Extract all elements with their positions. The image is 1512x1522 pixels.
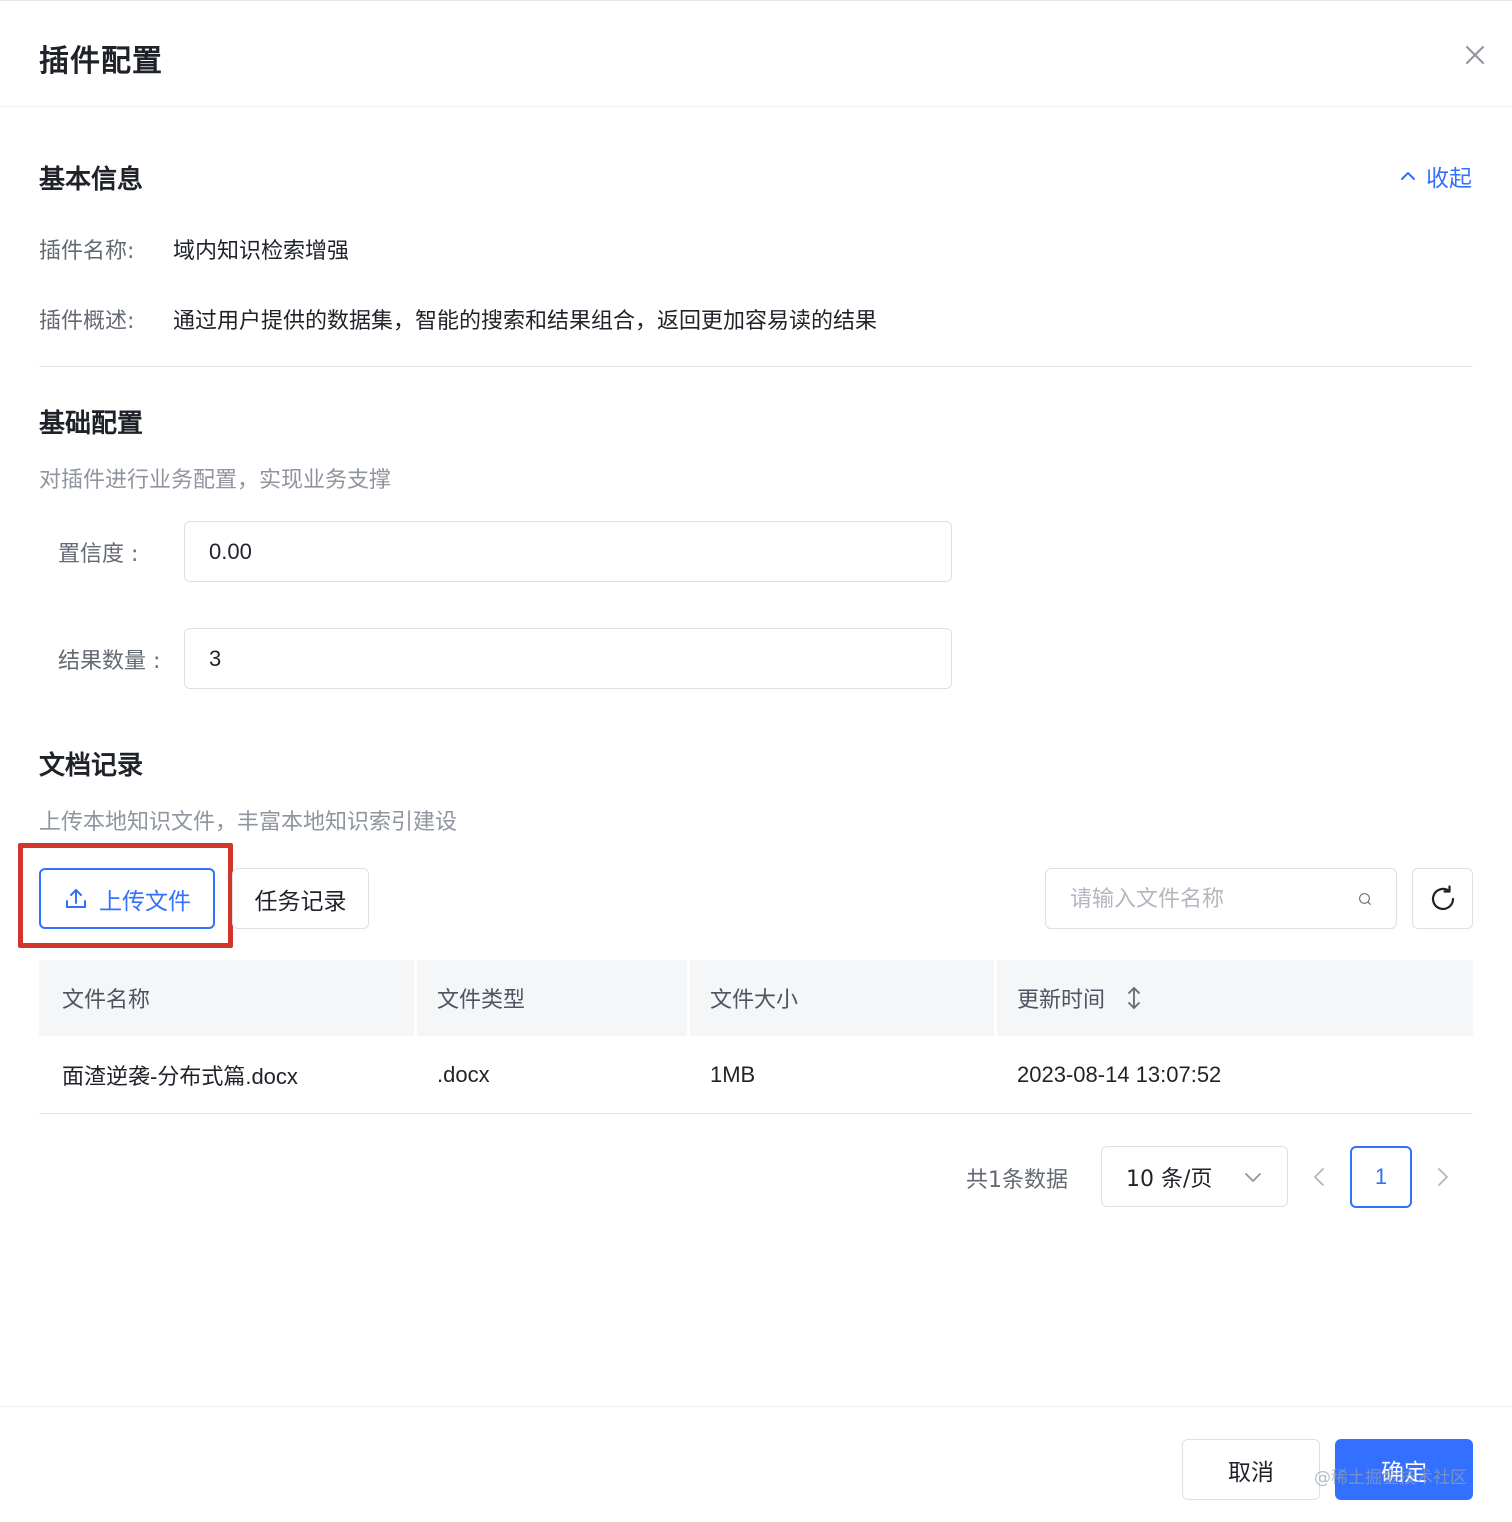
chevron-down-icon <box>1245 1172 1261 1182</box>
result-count-label: 结果数量 : <box>58 649 161 674</box>
header-update-time[interactable]: 更新时间 <box>994 960 1473 1036</box>
header-file-type: 文件类型 <box>414 960 687 1036</box>
chevron-left-icon <box>1314 1168 1324 1186</box>
header-file-name: 文件名称 <box>62 988 151 1013</box>
cell-file-type: .docx <box>437 1062 490 1087</box>
page-size-value: 10 条/页 <box>1126 1166 1213 1192</box>
prev-page-button[interactable] <box>1306 1161 1332 1193</box>
search-icon[interactable] <box>1358 886 1372 912</box>
modal-header <box>0 1 1512 107</box>
chevron-up-icon <box>1401 172 1415 180</box>
upload-icon <box>66 888 86 908</box>
result-count-input[interactable] <box>184 628 952 689</box>
refresh-icon <box>1431 884 1454 910</box>
refresh-button[interactable] <box>1412 868 1473 929</box>
page-number-1[interactable]: 1 <box>1350 1146 1412 1208</box>
collapse-label: 收起 <box>1426 166 1472 192</box>
basic-config-description: 对插件进行业务配置，实现业务支撑 <box>39 468 392 493</box>
basic-config-title: 基础配置 <box>39 409 144 439</box>
modal-title: 插件配置 <box>39 44 163 79</box>
collapse-link[interactable]: 收起 <box>1398 160 1472 192</box>
plugin-name-label: 插件名称: <box>39 239 135 264</box>
upload-file-label: 上传文件 <box>99 888 191 915</box>
close-button[interactable] <box>1460 40 1490 70</box>
confirm-label: 确定 <box>1381 1459 1427 1486</box>
cancel-button[interactable]: 取消 <box>1182 1439 1320 1500</box>
confirm-button[interactable]: 确定 <box>1335 1439 1473 1500</box>
task-records-button[interactable]: 任务记录 <box>232 868 369 929</box>
upload-file-button[interactable]: 上传文件 <box>39 868 215 929</box>
cell-file-name: 面渣逆袭-分布式篇.docx <box>62 1064 298 1089</box>
file-table: 文件名称 文件类型 文件大小 更新时间 面渣逆袭-分布式篇.docx .docx… <box>39 960 1473 1114</box>
task-records-label: 任务记录 <box>254 888 347 915</box>
header-update-time-label: 更新时间 <box>1017 988 1106 1013</box>
confidence-label: 置信度 : <box>58 542 139 567</box>
header-file-size: 文件大小 <box>687 960 994 1036</box>
table-row[interactable]: 面渣逆袭-分布式篇.docx .docx 1MB 2023-08-14 13:0… <box>39 1036 1473 1114</box>
doc-records-title: 文档记录 <box>39 751 144 781</box>
cell-file-size: 1MB <box>710 1062 756 1087</box>
plugin-desc-label: 插件概述: <box>39 309 135 334</box>
file-search-box[interactable] <box>1045 868 1397 929</box>
cell-update-time: 2023-08-14 13:07:52 <box>1017 1062 1222 1087</box>
page-size-select[interactable]: 10 条/页 <box>1101 1146 1288 1207</box>
file-search-input[interactable] <box>1070 885 1358 912</box>
basic-info-title: 基本信息 <box>39 165 144 195</box>
next-page-button[interactable] <box>1430 1161 1456 1193</box>
section-divider <box>39 366 1473 367</box>
close-icon <box>1466 46 1484 64</box>
sort-icon[interactable] <box>1125 984 1143 1012</box>
plugin-name-value: 域内知识检索增强 <box>173 239 350 264</box>
cancel-label: 取消 <box>1228 1459 1274 1486</box>
confidence-input[interactable] <box>184 521 952 582</box>
chevron-right-icon <box>1438 1168 1448 1186</box>
doc-records-description: 上传本地知识文件，丰富本地知识索引建设 <box>39 810 458 835</box>
table-header: 文件名称 文件类型 文件大小 更新时间 <box>39 960 1473 1036</box>
plugin-desc-value: 通过用户提供的数据集，智能的搜索和结果组合，返回更加容易读的结果 <box>173 309 878 334</box>
total-count: 共1条数据 <box>966 1168 1068 1193</box>
